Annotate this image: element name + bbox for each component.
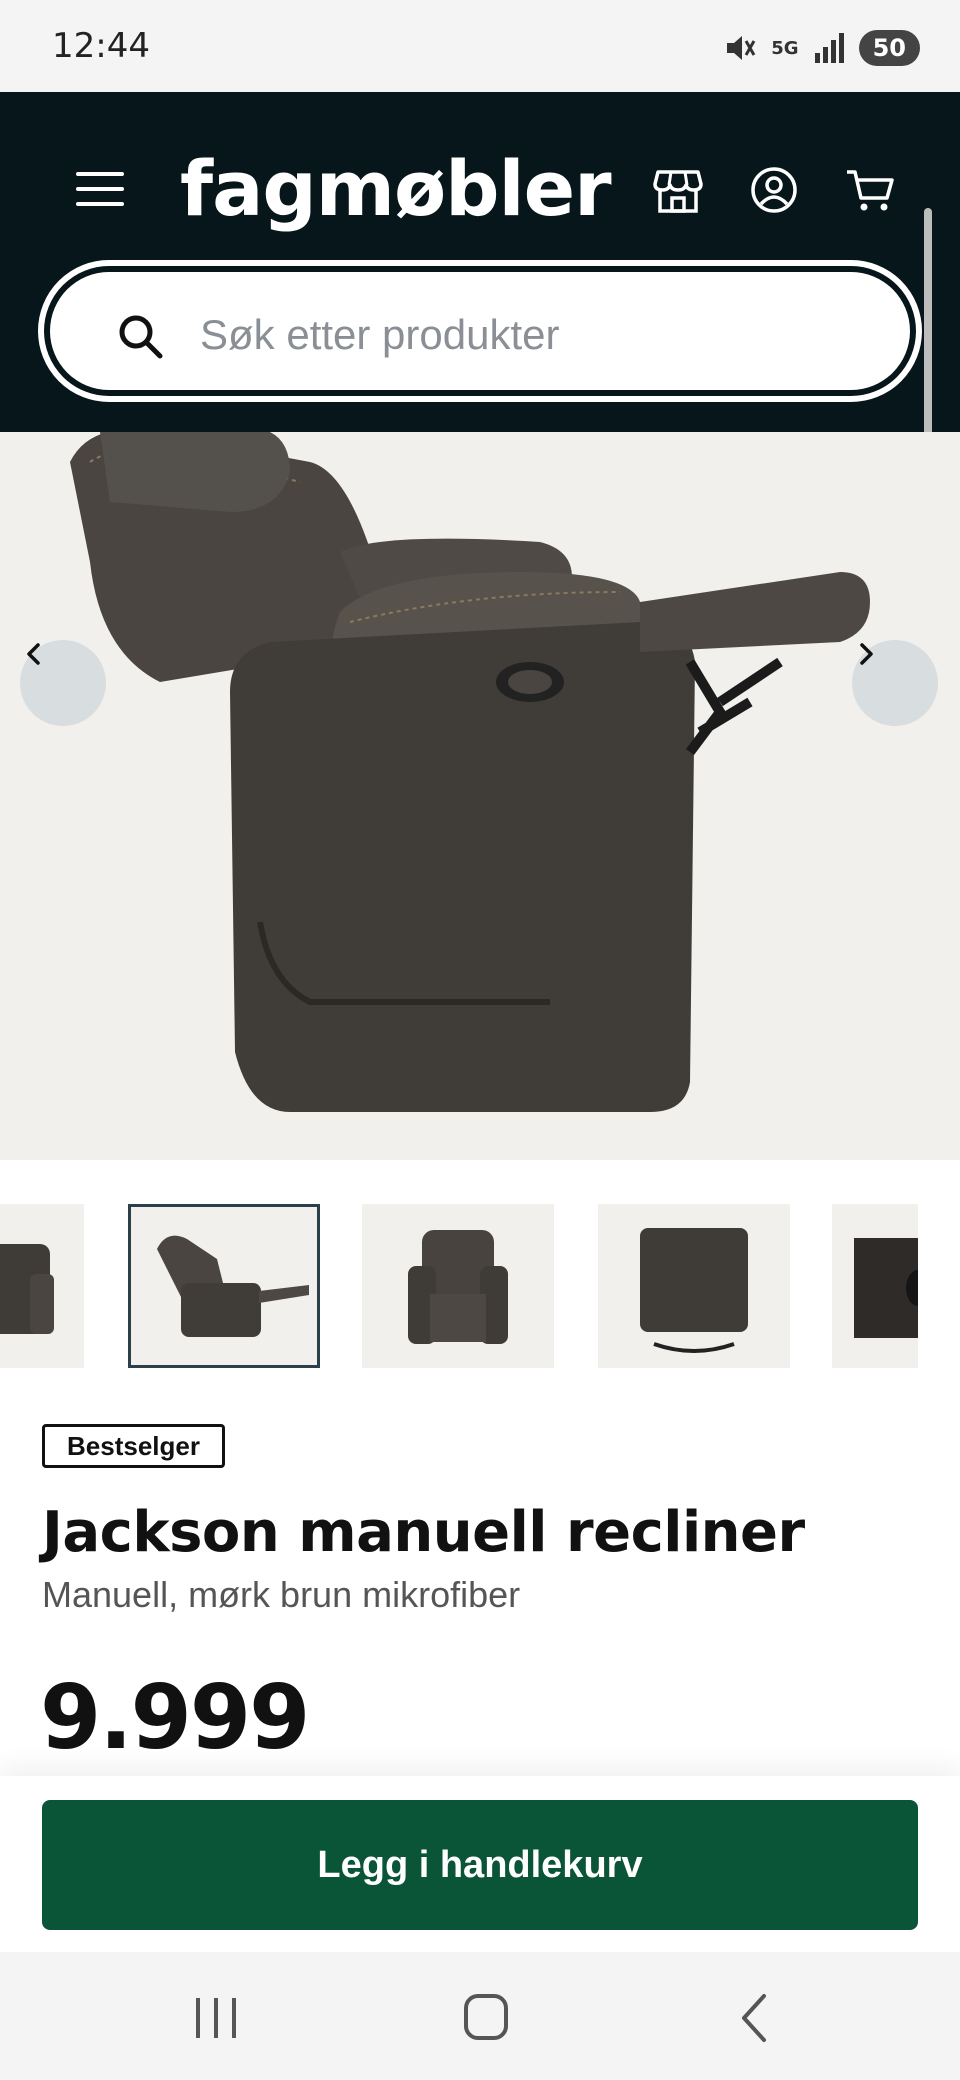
battery-indicator: 50	[858, 30, 920, 66]
add-to-cart-button[interactable]: Legg i handlekurv	[42, 1800, 918, 1930]
thumbnail-2[interactable]	[128, 1204, 320, 1368]
sticky-cta-bar: Legg i handlekurv	[0, 1776, 960, 1952]
product-image-recliner	[70, 432, 870, 1112]
thumbnail-4[interactable]	[598, 1204, 790, 1368]
home-icon[interactable]	[456, 1992, 516, 2044]
product-title: Jackson manuell recliner	[42, 1500, 805, 1565]
recent-apps-icon[interactable]	[186, 1992, 246, 2044]
status-bar: 12:44 5G 50	[0, 0, 960, 92]
cart-icon[interactable]	[844, 164, 896, 216]
menu-icon[interactable]	[76, 172, 124, 208]
thumbnail-5[interactable]	[832, 1204, 918, 1368]
site-header: fagmøbler	[0, 92, 960, 432]
signal-icon	[814, 33, 844, 63]
search-bar	[38, 260, 922, 402]
chevron-left-icon	[27, 643, 40, 665]
product-price: 9.999	[40, 1666, 310, 1769]
chevron-right-icon	[860, 643, 873, 665]
network-label: 5G	[771, 37, 799, 59]
thumbnail-3[interactable]	[362, 1204, 554, 1368]
product-subtitle: Manuell, mørk brun mikrofiber	[42, 1574, 521, 1615]
back-icon[interactable]	[726, 1992, 786, 2044]
account-icon[interactable]	[748, 164, 800, 216]
search-input[interactable]	[200, 294, 880, 376]
mute-icon	[727, 36, 756, 60]
site-logo[interactable]: fagmøbler	[180, 144, 612, 233]
previous-image-button[interactable]	[20, 640, 106, 726]
thumbnail-strip	[0, 1204, 960, 1368]
next-image-button[interactable]	[852, 640, 938, 726]
search-icon	[119, 315, 163, 359]
system-nav-bar	[0, 1952, 960, 2080]
store-icon[interactable]	[652, 164, 704, 216]
status-icons: 5G 50	[723, 28, 920, 68]
product-image-carousel[interactable]	[0, 432, 960, 1160]
bestseller-badge: Bestselger	[42, 1424, 225, 1468]
status-time: 12:44	[52, 26, 150, 66]
thumbnail-1[interactable]	[0, 1204, 84, 1368]
search-field[interactable]	[50, 272, 910, 390]
